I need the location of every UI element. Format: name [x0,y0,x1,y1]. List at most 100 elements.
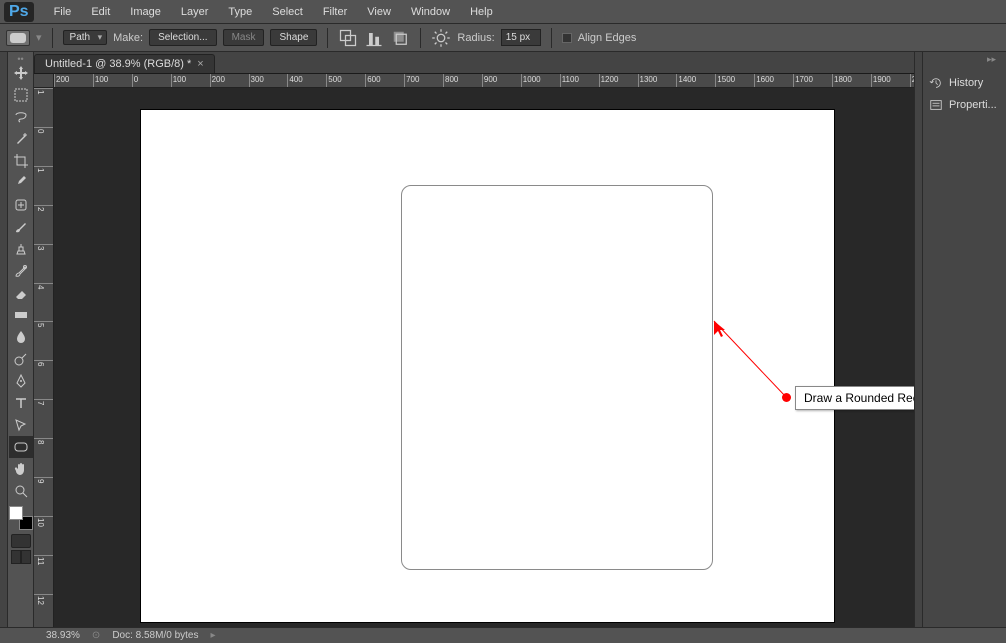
app-logo: Ps [4,2,34,22]
blur-tool[interactable] [9,326,33,348]
healing-brush-tool[interactable] [9,194,33,216]
panel-column: ▸▸ History Properti... [922,52,1006,627]
ruler-v-label: 10 [36,518,45,527]
history-icon [929,76,943,90]
screen-mode-toggle[interactable] [11,550,31,564]
magic-wand-tool[interactable] [9,128,33,150]
gear-icon[interactable] [431,28,451,48]
annotation-anchor-dot [782,393,791,402]
divider [327,28,328,48]
toolbox-grip-icon[interactable]: •• [17,54,23,62]
ruler-h-label: 100 [95,75,108,84]
ruler-v-label: 1 [36,90,45,94]
properties-icon [929,98,943,112]
eyedropper-tool[interactable] [9,172,33,194]
menu-layer[interactable]: Layer [171,2,219,22]
ruler-h-label: 800 [445,75,458,84]
rounded-rectangle-path[interactable] [401,185,713,570]
panel-collapse-icon[interactable]: ▸▸ [987,54,1002,65]
ruler-h-label: 700 [406,75,419,84]
type-tool[interactable] [9,392,33,414]
menu-type[interactable]: Type [218,2,262,22]
make-selection-button[interactable]: Selection... [149,29,216,46]
ruler-h-label: 400 [289,75,302,84]
status-bar: 38.93% ⊙ Doc: 8.58M/0 bytes ▸ [0,627,1006,643]
document-tab-title: Untitled-1 @ 38.9% (RGB/8) * [45,58,191,70]
menu-filter[interactable]: Filter [313,2,357,22]
align-edges-checkbox[interactable] [562,33,572,43]
annotation-cursor-icon [714,321,730,337]
ruler-v-label: 3 [36,246,45,250]
make-mask-button[interactable]: Mask [223,29,265,46]
crop-tool[interactable] [9,150,33,172]
ruler-origin[interactable] [34,74,54,88]
status-flyout-icon[interactable]: ▸ [210,630,215,641]
canvas[interactable]: Draw a Rounded Rectangle [141,110,834,622]
align-edges-label: Align Edges [578,32,637,44]
dodge-tool[interactable] [9,348,33,370]
rectangular-marquee-tool[interactable] [9,84,33,106]
hand-tool[interactable] [9,458,33,480]
pen-tool[interactable] [9,370,33,392]
horizontal-ruler[interactable]: 2001000100200300400500600700800900100011… [54,74,914,88]
ruler-v-label: 6 [36,362,45,366]
ruler-h-label: 1300 [640,75,658,84]
rounded-rectangle-tool[interactable] [9,436,33,458]
foreground-background-colors[interactable] [9,506,33,530]
menu-window[interactable]: Window [401,2,460,22]
close-tab-icon[interactable]: × [197,58,203,70]
ruler-h-label: 500 [328,75,341,84]
gradient-tool[interactable] [9,304,33,326]
radius-label: Radius: [457,32,494,44]
ruler-h-label: 1600 [756,75,774,84]
divider [420,28,421,48]
path-operations-icon[interactable] [338,28,358,48]
toolbox: •• [8,52,34,627]
tool-preset-picker[interactable] [6,30,30,46]
document-tab[interactable]: Untitled-1 @ 38.9% (RGB/8) * × [34,54,215,73]
ruler-h-label: 200 [212,75,225,84]
history-panel-button[interactable]: History [923,72,1006,94]
ruler-h-label: 0 [134,75,138,84]
menu-bar: Ps File Edit Image Layer Type Select Fil… [0,0,1006,24]
ruler-v-label: 5 [36,323,45,327]
ruler-h-label: 2000 [912,75,914,84]
menu-file[interactable]: File [44,2,82,22]
workspace: •• Untitled-1 @ 38.9% (RGB/8) * [0,52,1006,627]
ruler-h-label: 1100 [562,75,579,84]
lasso-tool[interactable] [9,106,33,128]
move-tool[interactable] [9,62,33,84]
status-expand-icon[interactable]: ⊙ [92,630,100,641]
menu-select[interactable]: Select [262,2,313,22]
radius-input[interactable]: 15 px [501,29,541,46]
ruler-v-label: 12 [36,596,45,605]
menu-view[interactable]: View [357,2,401,22]
history-panel-label: History [949,77,983,89]
ruler-h-label: 900 [484,75,497,84]
menu-edit[interactable]: Edit [81,2,120,22]
brush-tool[interactable] [9,216,33,238]
left-gutter [0,52,8,627]
canvas-viewport[interactable]: Draw a Rounded Rectangle [54,88,914,627]
document-info[interactable]: Doc: 8.58M/0 bytes [112,630,198,641]
ruler-v-label: 11 [36,557,45,565]
zoom-level-display[interactable]: 38.93% [46,630,80,641]
right-gutter [914,52,922,627]
quick-mask-toggle[interactable] [11,534,31,548]
tool-mode-select[interactable]: Path [63,30,108,45]
make-shape-button[interactable]: Shape [270,29,317,46]
path-alignment-icon[interactable] [364,28,384,48]
ruler-h-label: 1900 [873,75,891,84]
zoom-tool[interactable] [9,480,33,502]
history-brush-tool[interactable] [9,260,33,282]
properties-panel-button[interactable]: Properti... [923,94,1006,116]
path-arrangement-icon[interactable] [390,28,410,48]
clone-stamp-tool[interactable] [9,238,33,260]
menu-help[interactable]: Help [460,2,503,22]
vertical-ruler[interactable]: 101234567891011121314 [34,88,54,627]
menu-image[interactable]: Image [120,2,171,22]
ruler-v-label: 0 [36,129,45,133]
path-selection-tool[interactable] [9,414,33,436]
eraser-tool[interactable] [9,282,33,304]
foreground-color-swatch[interactable] [9,506,23,520]
